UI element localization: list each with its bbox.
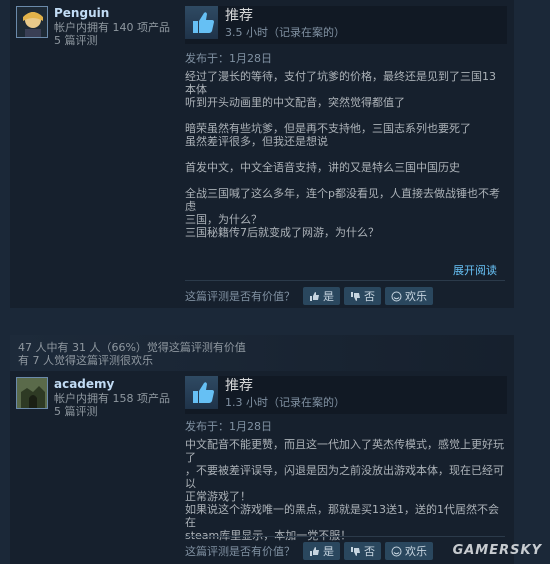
review-count[interactable]: 5 篇评测 bbox=[54, 405, 170, 418]
watermark: GAMERSKY bbox=[452, 543, 542, 558]
recommendation-header: 推荐 1.3 小时（记录在案的） bbox=[185, 376, 507, 414]
vote-funny-button[interactable]: 欢乐 bbox=[385, 287, 433, 305]
review-line: 三国秘籍传7后就变成了网游，为什么？ bbox=[185, 226, 379, 239]
reviewer-name[interactable]: academy bbox=[54, 377, 114, 391]
thumbs-down-icon bbox=[351, 546, 360, 556]
helpful-vote-bar: 这篇评测是否有价值？ 是 否 欢乐 bbox=[185, 287, 433, 305]
reviewer-stats: 帐户内拥有 140 项产品 5 篇评测 bbox=[54, 21, 170, 47]
review-line: ，不要被差评误导，闪退是因为之前没放出游戏本体，现在已经可以 bbox=[185, 464, 504, 490]
vote-yes-button[interactable]: 是 bbox=[303, 287, 340, 305]
avatar[interactable] bbox=[16, 6, 48, 38]
review-line: 三国，为什么？ bbox=[185, 213, 262, 226]
owned-products[interactable]: 帐户内拥有 140 项产品 bbox=[54, 21, 170, 34]
thumbs-up-icon bbox=[185, 6, 218, 39]
review-line: 中文配音不能更赞，而且这一代加入了英杰传模式，感觉上更好玩了 bbox=[185, 438, 504, 464]
divider bbox=[185, 536, 505, 537]
review-text: 中文配音不能更赞，而且这一代加入了英杰传模式，感觉上更好玩了 ，不要被差评误导，… bbox=[185, 438, 505, 542]
review-line: 全战三国喊了这么多年，连个p都没看见，人直接去做战锤也不考虑 bbox=[185, 187, 500, 213]
vote-no-label: 否 bbox=[364, 545, 375, 558]
smiley-icon bbox=[391, 546, 402, 556]
recommendation-label: 推荐 bbox=[225, 378, 253, 394]
vote-yes-label: 是 bbox=[323, 545, 334, 558]
reviewer-name[interactable]: Penguin bbox=[54, 6, 109, 20]
divider bbox=[185, 280, 505, 281]
recommendation-header: 推荐 3.5 小时（记录在案的） bbox=[185, 6, 507, 44]
vote-funny-button[interactable]: 欢乐 bbox=[385, 542, 433, 560]
helpful-question: 这篇评测是否有价值？ bbox=[185, 290, 295, 303]
helpfulness-summary: 47 人中有 31 人（66%）觉得这篇评测有价值 有 7 人觉得这篇评测很欢乐 bbox=[10, 335, 514, 371]
avatar[interactable] bbox=[16, 377, 48, 409]
vote-yes-label: 是 bbox=[323, 290, 334, 303]
vote-yes-button[interactable]: 是 bbox=[303, 542, 340, 560]
posted-date: 发布于：1月28日 bbox=[185, 420, 272, 433]
vote-no-label: 否 bbox=[364, 290, 375, 303]
vote-funny-label: 欢乐 bbox=[405, 545, 427, 558]
smiley-icon bbox=[391, 291, 402, 301]
thumbs-up-icon bbox=[310, 291, 319, 301]
thumbs-up-icon bbox=[185, 376, 218, 409]
recommendation-label: 推荐 bbox=[225, 8, 253, 24]
review-line: 首发中文，中文全语音支持，讲的又是特么三国中国历史 bbox=[185, 161, 460, 174]
vote-no-button[interactable]: 否 bbox=[344, 287, 381, 305]
playtime: 1.3 小时（记录在案的） bbox=[225, 396, 345, 409]
review-line: 暗荣虽然有些坑爹，但是再不支持他，三国志系列也要死了 bbox=[185, 122, 471, 135]
helpful-count: 47 人中有 31 人（66%）觉得这篇评测有价值 bbox=[18, 341, 246, 354]
thumbs-down-icon bbox=[351, 291, 360, 301]
review-line: 听到开头动画里的中文配音，突然觉得都值了 bbox=[185, 96, 405, 109]
helpful-vote-bar: 这篇评测是否有价值？ 是 否 欢乐 bbox=[185, 542, 433, 560]
review-text: 经过了漫长的等待，支付了坑爹的价格，最终还是见到了三国13本体 听到开头动画里的… bbox=[185, 70, 505, 239]
review-card: Penguin 帐户内拥有 140 项产品 5 篇评测 推荐 3.5 小时（记录… bbox=[10, 0, 514, 308]
playtime: 3.5 小时（记录在案的） bbox=[225, 26, 345, 39]
review-card: 47 人中有 31 人（66%）觉得这篇评测有价值 有 7 人觉得这篇评测很欢乐… bbox=[10, 335, 514, 564]
review-line: 虽然差评很多，但我还是想说 bbox=[185, 135, 328, 148]
thumbs-up-icon bbox=[310, 546, 319, 556]
review-content: 推荐 3.5 小时（记录在案的） 发布于：1月28日 经过了漫长的等待，支付了坑… bbox=[185, 6, 507, 305]
funny-count: 有 7 人觉得这篇评测很欢乐 bbox=[18, 354, 153, 367]
review-line: 经过了漫长的等待，支付了坑爹的价格，最终还是见到了三国13本体 bbox=[185, 70, 496, 96]
review-count[interactable]: 5 篇评测 bbox=[54, 34, 170, 47]
review-line: 正常游戏了！ bbox=[185, 490, 251, 503]
expand-review-link[interactable]: 展开阅读 bbox=[453, 262, 497, 278]
reviewer-stats: 帐户内拥有 158 项产品 5 篇评测 bbox=[54, 392, 170, 418]
vote-no-button[interactable]: 否 bbox=[344, 542, 381, 560]
owned-products[interactable]: 帐户内拥有 158 项产品 bbox=[54, 392, 170, 405]
review-content: 推荐 1.3 小时（记录在案的） 发布于：1月28日 中文配音不能更赞，而且这一… bbox=[185, 376, 507, 560]
review-line: 如果说这个游戏唯一的黑点，那就是买13送1，送的1代居然不会在 bbox=[185, 503, 499, 529]
vote-funny-label: 欢乐 bbox=[405, 290, 427, 303]
posted-date: 发布于：1月28日 bbox=[185, 52, 272, 65]
helpful-question: 这篇评测是否有价值？ bbox=[185, 545, 295, 558]
